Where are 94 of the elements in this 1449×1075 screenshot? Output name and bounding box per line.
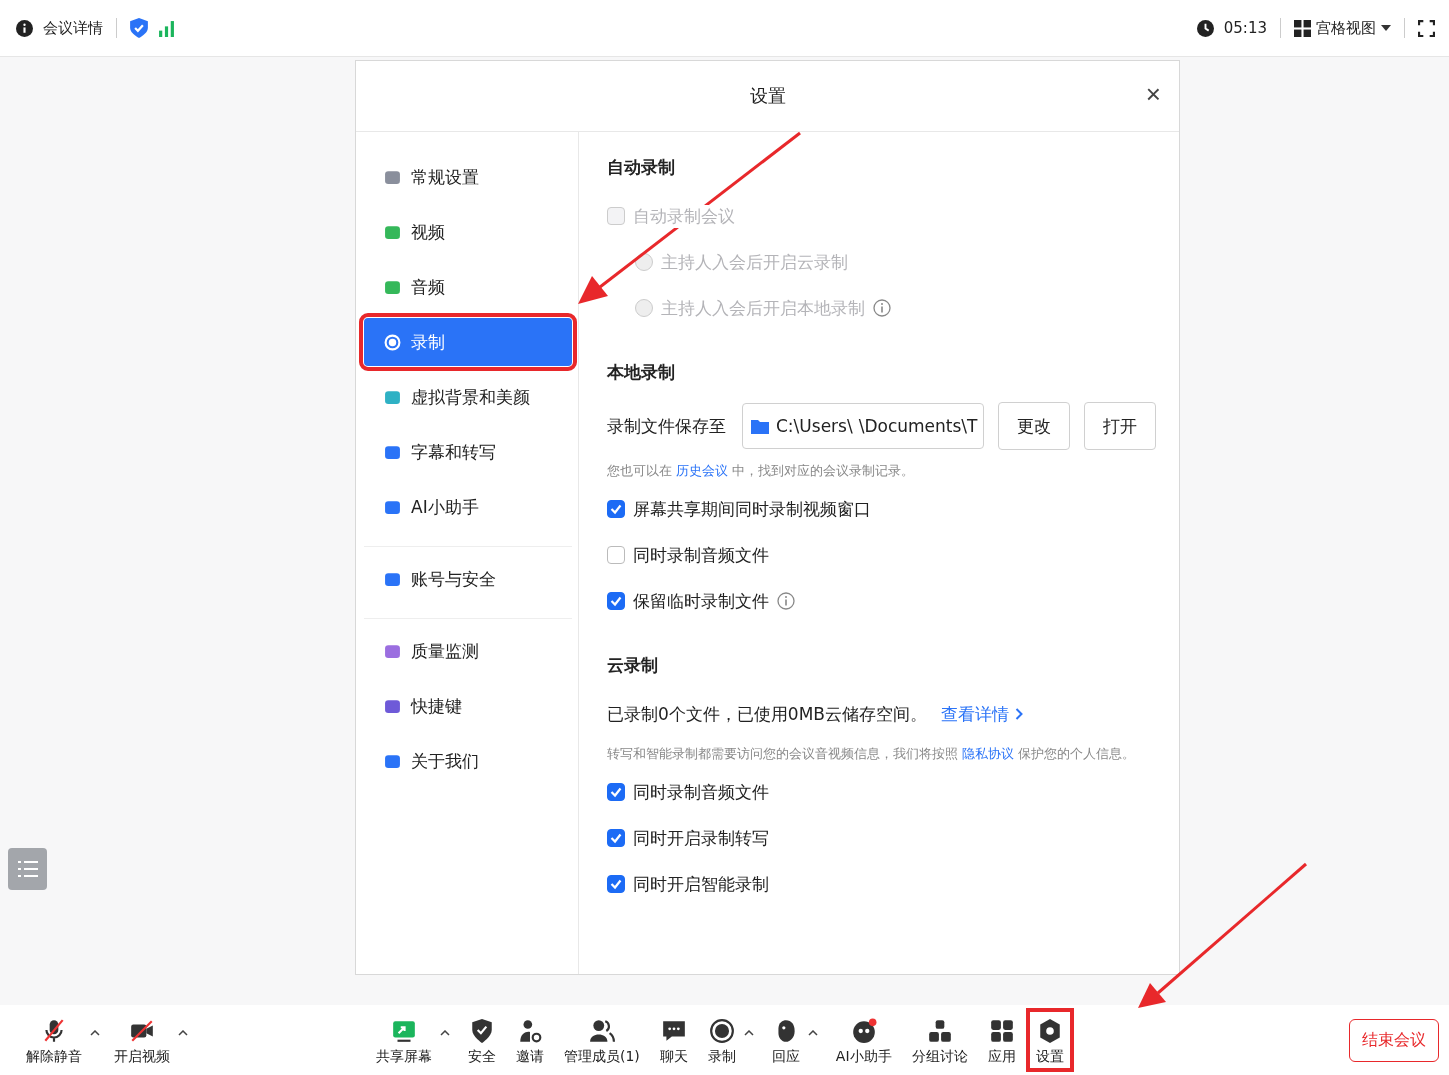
nav-item[interactable]: 音频: [364, 263, 572, 311]
hint-text: 转写和智能录制都需要访问您的会议音视频信息，我们将按照 隐私协议 保护您的个人信息。: [607, 745, 1137, 763]
view-switch-button[interactable]: 宫格视图: [1294, 18, 1391, 38]
nav-item[interactable]: 字幕和转写: [364, 428, 572, 476]
chevron-right-icon: [1014, 708, 1023, 720]
fullscreen-icon[interactable]: [1418, 19, 1435, 37]
toolbar-button[interactable]: 解除静音: [20, 1012, 88, 1068]
meeting-info-link[interactable]: 会议详情: [43, 18, 103, 38]
folder-icon: [751, 418, 769, 434]
nav-item[interactable]: 快捷键: [364, 682, 572, 730]
shield-icon[interactable]: [130, 18, 148, 38]
radio-label: 主持人入会后开启本地录制: [661, 296, 865, 320]
list-icon: [17, 860, 38, 878]
shield-icon: [469, 1018, 495, 1044]
toolbar-button[interactable]: 安全: [462, 1012, 502, 1068]
checkbox[interactable]: [607, 500, 625, 518]
nav-item[interactable]: 质量监测: [364, 627, 572, 675]
checkbox-label: 屏幕共享期间同时录制视频窗口: [633, 497, 871, 521]
toolbar-button[interactable]: 聊天: [653, 1012, 694, 1068]
invite-user-icon: [517, 1018, 543, 1044]
robot-icon: [850, 1018, 877, 1044]
caret-icon[interactable]: [807, 1030, 818, 1036]
checkbox-label: 自动录制会议: [633, 204, 735, 228]
toolbar-button[interactable]: AI小助手: [829, 1012, 898, 1068]
dialog-title: 设置: [749, 84, 786, 108]
chat-icon: [660, 1018, 687, 1044]
toolbar-button[interactable]: 管理成员(1): [558, 1012, 646, 1068]
radio-label: 主持人入会后开启云录制: [661, 250, 848, 274]
breakout-icon: [926, 1018, 953, 1044]
checkbox[interactable]: [607, 875, 625, 893]
caret-icon[interactable]: [178, 1030, 188, 1036]
apps-icon: [988, 1018, 1015, 1044]
hint-text: 您也可以在 历史会议 中，找到对应的会议录制记录。: [607, 462, 916, 480]
caret-icon[interactable]: [743, 1030, 754, 1036]
nav-item-icon: [384, 333, 401, 351]
signal-icon[interactable]: [158, 19, 175, 37]
info-icon[interactable]: [777, 592, 795, 610]
nav-item-icon: [384, 278, 401, 296]
nav-item-icon: [384, 443, 401, 461]
end-meeting-button[interactable]: 结束会议: [1349, 1018, 1439, 1062]
nav-item[interactable]: AI小助手: [364, 483, 572, 531]
nav-item-icon: [384, 498, 401, 516]
clock-icon: [1196, 19, 1214, 37]
nav-item-icon: [384, 223, 401, 241]
details-link[interactable]: 查看详情: [940, 702, 1023, 726]
record-icon: [708, 1018, 735, 1044]
link[interactable]: 历史会议: [676, 463, 729, 478]
toolbar-button[interactable]: 分组讨论: [905, 1012, 974, 1068]
checkbox[interactable]: [607, 546, 625, 564]
checkbox[interactable]: [607, 829, 625, 847]
nav-item[interactable]: 虚拟背景和美颜: [364, 373, 572, 421]
members-icon: [588, 1018, 615, 1044]
toolbar-button[interactable]: 设置: [1029, 1012, 1070, 1068]
grid-icon: [1294, 19, 1311, 37]
nav-item-icon: [384, 697, 401, 715]
meeting-timer: 05:13: [1223, 19, 1267, 37]
checkbox-label: 保留临时录制文件: [633, 589, 769, 613]
toolbar-button[interactable]: 共享屏幕: [370, 1012, 438, 1068]
dropdown-caret-icon: [1381, 25, 1391, 31]
toolbar-button[interactable]: 应用: [981, 1012, 1022, 1068]
path-field[interactable]: C:\Users\ \Documents\T: [742, 403, 984, 449]
nav-item[interactable]: 账号与安全: [364, 555, 572, 603]
nav-item[interactable]: 关于我们: [364, 737, 572, 785]
close-button[interactable]: ×: [1141, 79, 1165, 110]
path-button[interactable]: 更改: [998, 402, 1070, 450]
path-button[interactable]: 打开: [1084, 402, 1156, 450]
nav-item-icon: [384, 570, 401, 588]
share-screen-icon: [391, 1018, 417, 1044]
section-title: 自动录制: [607, 156, 676, 179]
nav-item-icon: [384, 642, 401, 660]
info-icon: [16, 19, 33, 37]
checkbox-label: 同时录制音频文件: [633, 543, 769, 567]
video-off-icon: [129, 1018, 155, 1044]
nav-item-icon: [384, 168, 401, 186]
checkbox-label: 同时录制音频文件: [633, 780, 769, 804]
nav-item-icon: [384, 388, 401, 406]
caret-icon[interactable]: [90, 1030, 100, 1036]
list-button[interactable]: [8, 848, 47, 890]
nav-item[interactable]: 常规设置: [364, 153, 572, 201]
caret-icon[interactable]: [440, 1030, 450, 1036]
toolbar-button[interactable]: 开启视频: [108, 1012, 176, 1068]
nav-item-icon: [384, 752, 401, 770]
checkbox-label: 同时开启录制转写: [633, 826, 769, 850]
nav-item[interactable]: 视频: [364, 208, 572, 256]
toolbar-button[interactable]: 邀请: [510, 1012, 550, 1068]
toolbar-button[interactable]: 录制: [701, 1012, 742, 1068]
section-title: 云录制: [607, 654, 659, 677]
link[interactable]: 隐私协议: [962, 746, 1015, 761]
checkbox-label: 同时开启智能录制: [633, 872, 769, 896]
checkbox[interactable]: [607, 783, 625, 801]
field-label: 录制文件保存至: [607, 414, 726, 438]
checkbox[interactable]: [607, 592, 625, 610]
section-title: 本地录制: [607, 361, 676, 384]
toolbar-button[interactable]: 回应: [765, 1012, 806, 1068]
